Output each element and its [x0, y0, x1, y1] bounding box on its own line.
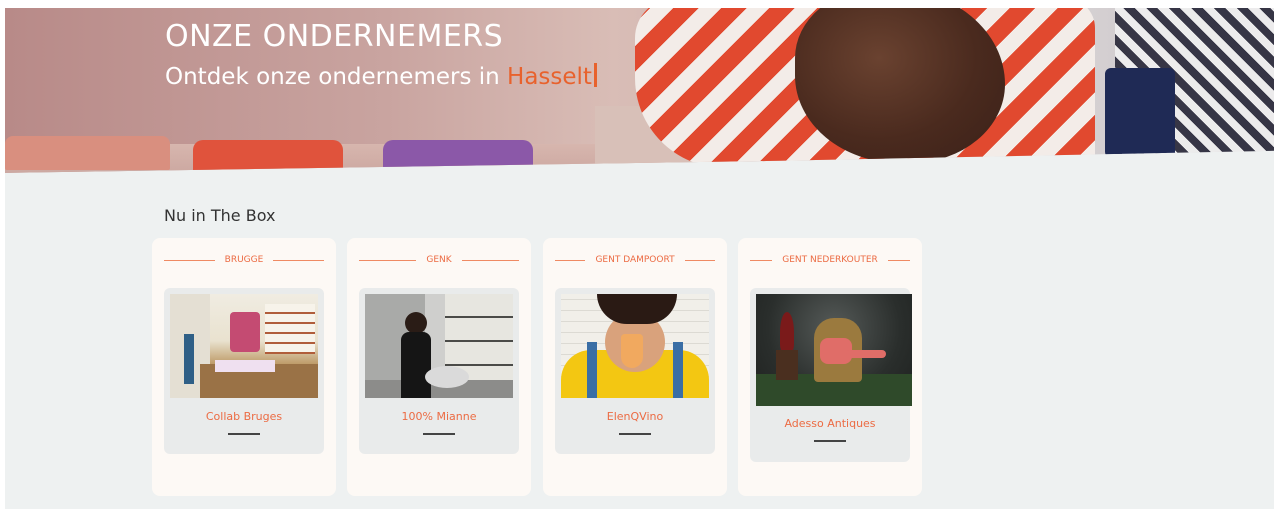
card-name[interactable]: Collab Bruges [164, 410, 324, 423]
card-location-header: GENT NEDERKOUTER [750, 253, 910, 267]
card-dash [814, 440, 846, 442]
card-location: BRUGGE [224, 255, 264, 265]
hero-city: Hasselt [507, 64, 592, 90]
divider [887, 259, 910, 261]
card-dash [228, 433, 260, 435]
entrepreneur-card[interactable]: BRUGGE Collab Bruges [152, 238, 336, 496]
entrepreneur-card[interactable]: GENT NEDERKOUTER Adesso Antiques [738, 238, 922, 496]
hero-subtitle: Ontdek onze ondernemers in Hasselt [165, 63, 597, 90]
card-location: GENK [426, 255, 452, 265]
hero-blue-fabric [1105, 68, 1175, 158]
divider [164, 259, 215, 261]
hero-banner: ONZE ONDERNEMERS Ontdek onze ondernemers… [5, 8, 1274, 173]
card-inner[interactable]: 100% Mianne [359, 288, 519, 454]
card-inner[interactable]: Adesso Antiques [750, 288, 912, 462]
card-photo[interactable] [170, 294, 318, 398]
card-photo[interactable] [561, 294, 709, 398]
hero-folded-clothes-red [193, 140, 343, 173]
divider [461, 259, 520, 261]
card-location-header: GENT DAMPOORT [555, 253, 716, 267]
page-title: ONZE ONDERNEMERS [165, 19, 504, 54]
card-location: GENT NEDERKOUTER [782, 255, 878, 265]
divider [684, 259, 716, 261]
section-title: Nu in The Box [164, 206, 276, 225]
card-location: GENT DAMPOORT [595, 255, 675, 265]
card-name[interactable]: 100% Mianne [359, 410, 519, 423]
divider [359, 259, 417, 261]
card-location-header: BRUGGE [164, 253, 324, 267]
divider [750, 259, 773, 261]
hero-subtitle-prefix: Ontdek onze ondernemers in [165, 64, 500, 90]
hero-folded-clothes-purple [383, 140, 533, 170]
page-frame: ONZE ONDERNEMERS Ontdek onze ondernemers… [5, 8, 1274, 509]
typing-cursor [593, 63, 597, 87]
card-inner[interactable]: Collab Bruges [164, 288, 324, 454]
card-photo[interactable] [756, 294, 912, 406]
entrepreneur-card[interactable]: GENT DAMPOORT ElenQVino [543, 238, 727, 496]
entrepreneur-card[interactable]: GENK 100% Mianne [347, 238, 531, 496]
divider [273, 259, 324, 261]
card-dash [619, 433, 651, 435]
card-dash [423, 433, 455, 435]
card-photo[interactable] [365, 294, 513, 398]
card-name[interactable]: Adesso Antiques [750, 417, 910, 430]
hero-folded-clothes-pink [5, 136, 170, 170]
divider [555, 259, 586, 261]
card-name[interactable]: ElenQVino [555, 410, 715, 423]
card-location-header: GENK [359, 253, 520, 267]
card-inner[interactable]: ElenQVino [555, 288, 715, 454]
